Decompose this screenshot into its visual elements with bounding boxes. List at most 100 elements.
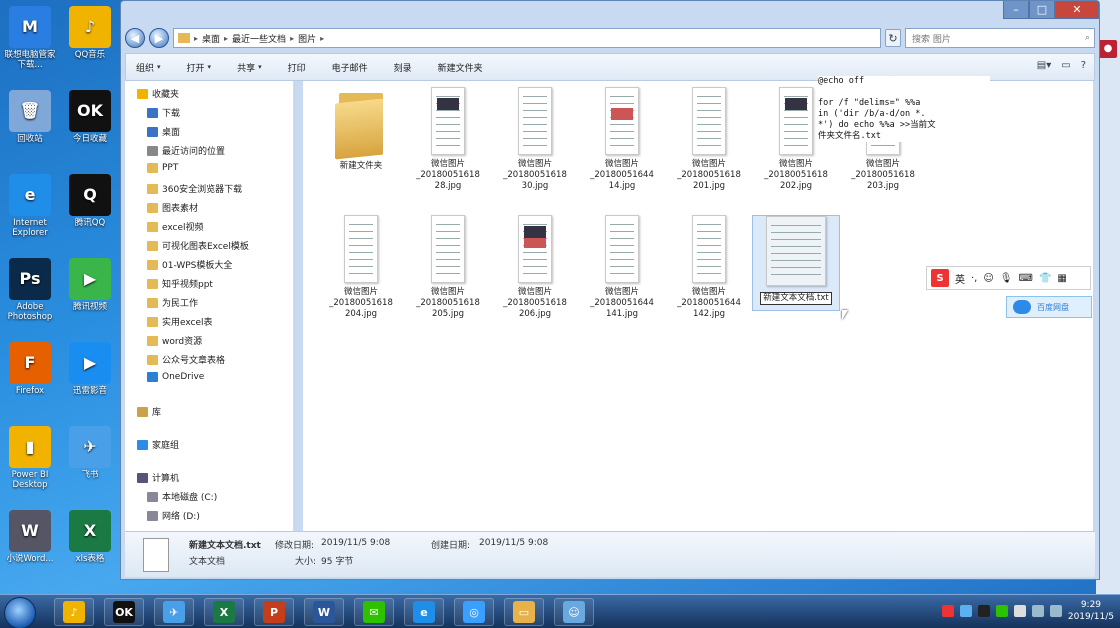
keyboard-icon[interactable]: ⌨ (1019, 273, 1033, 284)
taskbar-app[interactable]: ▭ (504, 598, 544, 626)
title-bar[interactable]: – □ ✕ (121, 1, 1099, 25)
desktop-icon[interactable]: ▮ Power BI Desktop (2, 426, 58, 490)
desktop-icon[interactable]: Ps Adobe Photoshop (2, 258, 58, 322)
taskbar-app[interactable]: e (404, 598, 444, 626)
nav-item[interactable]: 计算机 (137, 471, 179, 484)
file-item[interactable]: 微信图片_20180051618 204.jpg (317, 215, 405, 320)
desktop-icon[interactable]: Q 腾讯QQ (62, 174, 118, 228)
toolbar-button[interactable]: 刻录 (394, 61, 412, 74)
nav-item[interactable]: 下载 (147, 106, 180, 119)
nav-item[interactable]: 公众号文章表格 (147, 353, 225, 366)
desktop-icon[interactable]: ✈ 飞书 (62, 426, 118, 480)
search-input[interactable]: 搜索 图片 ⌕ (905, 28, 1095, 48)
desktop-icon[interactable]: M 联想电脑管家下载... (2, 6, 58, 70)
desktop-icon[interactable]: ▶ 腾讯视频 (62, 258, 118, 312)
skin-icon[interactable]: 👕 (1039, 273, 1051, 284)
nav-item[interactable]: PPT (147, 163, 178, 173)
nav-item[interactable]: word资源 (147, 334, 202, 347)
taskbar-app[interactable]: ✉ (354, 598, 394, 626)
file-item[interactable]: 新建文本文档.txt (752, 215, 840, 311)
help-icon[interactable]: ? (1081, 60, 1086, 71)
nav-item[interactable]: 360安全浏览器下载 (147, 182, 242, 195)
toolbar-button[interactable]: 共享 ▾ (237, 61, 262, 74)
file-item[interactable]: 微信图片_20180051644 14.jpg (578, 87, 666, 192)
file-item[interactable]: 微信图片_20180051618 28.jpg (404, 87, 492, 192)
taskbar-app[interactable]: ◎ (454, 598, 494, 626)
taskbar-app[interactable]: ☺ (554, 598, 594, 626)
minimize-button[interactable]: – (1003, 1, 1029, 19)
desktop-icon[interactable]: OK 今日收藏 (62, 90, 118, 144)
desktop-icon[interactable]: ♪ QQ音乐 (62, 6, 118, 60)
taskbar-app[interactable]: W (304, 598, 344, 626)
desktop-icon[interactable]: W 小说Word... (2, 510, 58, 564)
desktop-icon[interactable]: F Firefox (2, 342, 58, 396)
file-item[interactable]: 微信图片_20180051618 30.jpg (491, 87, 579, 192)
toolbar-button[interactable]: 打开 ▾ (187, 61, 212, 74)
view-options-icon[interactable]: ▤▾ (1037, 60, 1051, 71)
desktop-icon[interactable]: Xxls表格 (62, 510, 118, 564)
file-item[interactable]: 微信图片_20180051618 201.jpg (665, 87, 753, 192)
forward-button[interactable]: ▶ (149, 28, 169, 48)
breadcrumb-item[interactable]: 桌面 (202, 32, 220, 45)
rename-input[interactable]: 新建文本文档.txt (760, 292, 832, 305)
refresh-button[interactable]: ↻ (885, 29, 901, 47)
nav-item[interactable]: 桌面 (147, 125, 180, 138)
file-item[interactable]: 微信图片_20180051618 206.jpg (491, 215, 579, 320)
tray-icon[interactable] (1013, 605, 1026, 617)
nav-item[interactable]: 收藏夹 (137, 87, 179, 100)
nav-item[interactable]: 01-WPS模板大全 (147, 258, 232, 271)
baidu-cloud-widget[interactable]: 百度网盘 (1006, 296, 1092, 318)
nav-item[interactable]: 实用excel表 (147, 315, 213, 328)
folder-item[interactable]: 新建文件夹 (317, 87, 405, 172)
toolbox-icon[interactable]: ▦ (1057, 273, 1066, 284)
nav-item[interactable]: 最近访问的位置 (147, 144, 225, 157)
file-item[interactable]: 微信图片_20180051644 141.jpg (578, 215, 666, 320)
nav-item[interactable]: 本地磁盘 (C:) (147, 490, 217, 503)
nav-item[interactable]: 知乎视频ppt (147, 277, 213, 290)
nav-item[interactable]: 图表素材 (147, 201, 198, 214)
nav-item[interactable]: 库 (137, 405, 161, 418)
nav-item[interactable]: excel视频 (147, 220, 204, 233)
taskbar-app[interactable]: ✈ (154, 598, 194, 626)
taskbar-app[interactable]: P (254, 598, 294, 626)
back-button[interactable]: ◀ (125, 28, 145, 48)
nav-item[interactable]: 家庭组 (137, 438, 179, 451)
chevron-right-icon[interactable]: ▸ (224, 34, 228, 43)
nav-scrollbar[interactable] (293, 81, 294, 531)
nav-item[interactable]: 为民工作 (147, 296, 198, 309)
taskbar-app[interactable]: ♪ (54, 598, 94, 626)
ime-toolbar[interactable]: S 英 ·, ☺ 🎙 ⌨ 👕 ▦ (926, 266, 1091, 290)
file-item[interactable]: 微信图片_20180051618 205.jpg (404, 215, 492, 320)
tray-icon[interactable] (959, 605, 972, 617)
chevron-right-icon[interactable]: ▸ (320, 34, 324, 43)
mic-icon[interactable]: 🎙 (1000, 273, 1013, 284)
taskbar-app[interactable]: OK (104, 598, 144, 626)
breadcrumb-item[interactable]: 图片 (298, 32, 316, 45)
desktop-icon[interactable]: ▶ 迅雷影音 (62, 342, 118, 396)
toolbar-button[interactable]: 组织 ▾ (136, 61, 161, 74)
taskbar-app[interactable]: X (204, 598, 244, 626)
toolbar-button[interactable]: 打印 (288, 61, 306, 74)
start-button[interactable] (4, 597, 36, 628)
nav-item[interactable]: 可视化图表Excel模板 (147, 239, 249, 252)
tray-icon[interactable] (977, 605, 990, 617)
address-bar[interactable]: ▸ 桌面 ▸ 最近一些文档 ▸ 图片 ▸ (173, 28, 881, 48)
maximize-button[interactable]: □ (1029, 1, 1055, 19)
nav-item[interactable]: 网络 (D:) (147, 509, 200, 522)
clock[interactable]: 9:29 2019/11/5 (1068, 599, 1114, 623)
chevron-right-icon[interactable]: ▸ (290, 34, 294, 43)
close-button[interactable]: ✕ (1055, 1, 1099, 19)
nav-item[interactable]: OneDrive (147, 372, 204, 382)
volume-icon[interactable] (1031, 605, 1044, 617)
punctuation-icon[interactable]: ·, (971, 273, 977, 284)
emoji-icon[interactable]: ☺ (983, 273, 993, 284)
desktop-icon[interactable]: e Internet Explorer (2, 174, 58, 238)
tray-icon[interactable] (995, 605, 1008, 617)
tray-icon[interactable] (941, 605, 954, 617)
file-item[interactable]: 微信图片_20180051644 142.jpg (665, 215, 753, 320)
app-shortcut-icon[interactable]: ● (1099, 40, 1117, 58)
breadcrumb-item[interactable]: 最近一些文档 (232, 32, 286, 45)
ime-mode[interactable]: 英 (955, 271, 965, 286)
network-icon[interactable] (1049, 605, 1062, 617)
desktop-icon[interactable]: 🗑 回收站 (2, 90, 58, 144)
